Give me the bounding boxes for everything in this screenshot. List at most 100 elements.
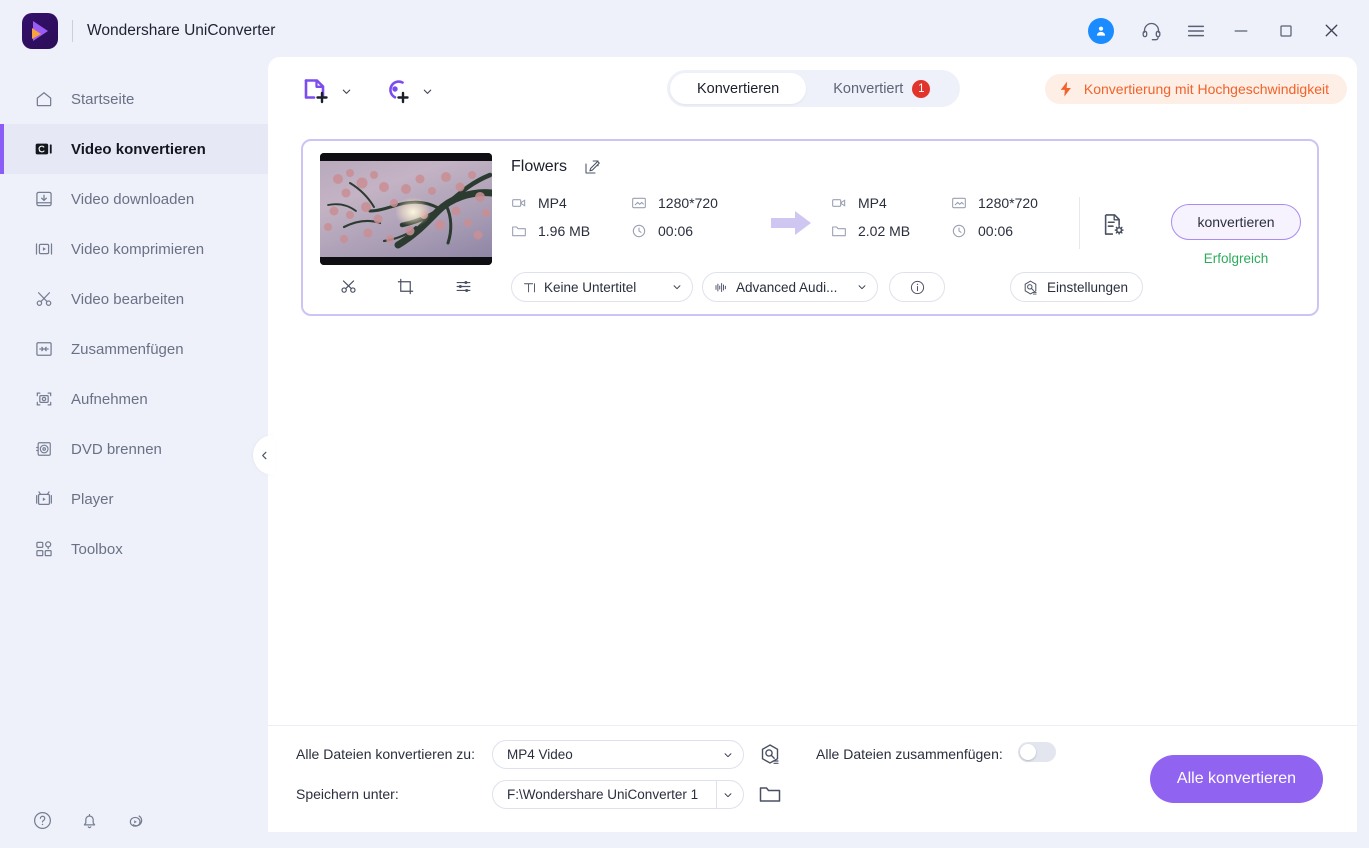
settings-button[interactable]: Einstellungen [1010, 272, 1144, 302]
output-size: 2.02 MB [831, 223, 951, 239]
account-icon[interactable] [1088, 17, 1114, 44]
title-divider [72, 19, 73, 42]
save-path-select[interactable]: F:\Wondershare UniConverter 1 [492, 780, 744, 809]
source-file-info: MP4 1280*720 1.96 MB 00:06 [511, 195, 718, 239]
convert-all-button[interactable]: Alle konvertieren [1150, 755, 1323, 803]
lightning-bolt-icon [1057, 80, 1075, 98]
tab-konvertieren[interactable]: Konvertieren [670, 73, 807, 104]
help-icon[interactable] [32, 810, 53, 836]
sidebar-item-zusammenfuegen[interactable]: Zusammenfügen [0, 324, 268, 374]
sidebar-item-label: Toolbox [71, 540, 123, 558]
sidebar-item-toolbox[interactable]: Toolbox [0, 524, 268, 574]
folder-size-icon [511, 223, 528, 239]
thumbnail-tools [320, 265, 492, 312]
output-duration: 00:06 [951, 223, 1038, 239]
format-settings-icon[interactable] [758, 742, 782, 771]
sidebar-item-label: DVD brennen [71, 440, 162, 458]
minimize-icon[interactable] [1221, 12, 1261, 50]
sidebar-item-label: Video komprimieren [71, 240, 205, 258]
view-tabs: Konvertieren Konvertiert 1 [667, 70, 961, 107]
thumbnail-sun-glow [395, 197, 430, 226]
bell-icon[interactable] [79, 810, 100, 836]
save-path-value: F:\Wondershare UniConverter 1 [507, 787, 699, 802]
subtitle-select[interactable]: Keine Untertitel [511, 272, 693, 302]
trim-scissors-icon[interactable] [339, 277, 358, 301]
video-thumbnail[interactable] [320, 153, 492, 265]
output-format-select[interactable]: MP4 Video [492, 740, 744, 769]
close-icon[interactable] [1311, 12, 1351, 50]
maximize-icon[interactable] [1266, 12, 1306, 50]
output-file-info: MP4 1280*720 2.02 MB 00:06 [831, 195, 1038, 239]
subtitle-text-icon [522, 280, 537, 295]
meta-divider [1079, 197, 1080, 249]
file-title-row: Flowers [511, 158, 601, 176]
thumbnail-block [320, 153, 492, 312]
disc-icon [33, 438, 55, 460]
video-camera-icon [831, 195, 848, 211]
source-format: MP4 [511, 195, 631, 211]
converted-count-badge: 1 [912, 79, 931, 98]
add-file-chevron-down-icon[interactable] [341, 84, 352, 102]
convert-single-button[interactable]: konvertieren [1171, 204, 1301, 240]
file-card[interactable]: Flowers MP4 1280*720 1.96 MB 00:06 MP4 1… [301, 139, 1319, 316]
sidebar-item-video-konvertieren[interactable]: Video konvertieren [0, 124, 268, 174]
subtitle-select-value: Keine Untertitel [544, 279, 637, 295]
audio-wave-icon [713, 280, 729, 295]
source-size: 1.96 MB [511, 223, 631, 239]
sidebar-item-video-downloaden[interactable]: Video downloaden [0, 174, 268, 224]
effects-sliders-icon[interactable] [454, 277, 473, 301]
info-circle-icon[interactable] [889, 272, 945, 302]
home-icon [33, 88, 55, 110]
tab-label: Konvertieren [697, 80, 780, 97]
source-resolution: 1280*720 [631, 195, 718, 211]
source-resolution-value: 1280*720 [658, 195, 718, 211]
add-file-button[interactable] [301, 76, 352, 111]
bottom-bar: Alle Dateien konvertieren zu: MP4 Video … [268, 725, 1357, 832]
audio-select[interactable]: Advanced Audi... [702, 272, 878, 302]
edit-pencil-icon[interactable] [583, 158, 601, 176]
output-resolution: 1280*720 [951, 195, 1038, 211]
chevron-down-icon [715, 750, 733, 760]
output-format-value: MP4 [858, 195, 887, 211]
tab-konvertiert[interactable]: Konvertiert 1 [806, 73, 957, 104]
file-gear-icon[interactable] [1089, 201, 1137, 247]
sidebar-item-label: Startseite [71, 90, 135, 108]
chevron-down-icon [857, 282, 867, 292]
add-disc-icon [382, 76, 412, 111]
high-speed-conversion-banner[interactable]: Konvertierung mit Hochgeschwindigkeit [1044, 74, 1347, 104]
headset-icon[interactable] [1131, 12, 1171, 50]
tab-label: Konvertiert [833, 80, 904, 97]
folder-icon[interactable] [758, 782, 782, 811]
crop-icon[interactable] [396, 277, 415, 301]
sidebar-item-aufnehmen[interactable]: Aufnehmen [0, 374, 268, 424]
sidebar-item-label: Aufnehmen [71, 390, 148, 408]
output-format: MP4 [831, 195, 951, 211]
sidebar: Startseite Video konvertieren Video down… [0, 61, 268, 848]
add-disc-chevron-down-icon[interactable] [422, 84, 433, 102]
status-badge: Erfolgreich [1203, 251, 1269, 266]
sidebar-item-dvd-brennen[interactable]: DVD brennen [0, 424, 268, 474]
toolbox-icon [33, 538, 55, 560]
merge-files-toggle[interactable] [1018, 742, 1056, 762]
output-format-value: MP4 Video [507, 747, 573, 762]
convert-icon [33, 138, 55, 160]
main-panel: Konvertieren Konvertiert 1 Konvertierung… [268, 57, 1357, 832]
chevron-down-icon [672, 282, 682, 292]
feedback-icon[interactable] [126, 810, 147, 836]
sidebar-bottom-icons [0, 810, 268, 836]
merge-files-label: Alle Dateien zusammenfügen: [816, 746, 1003, 762]
sidebar-item-video-bearbeiten[interactable]: Video bearbeiten [0, 274, 268, 324]
resolution-icon [951, 195, 968, 211]
sidebar-item-startseite[interactable]: Startseite [0, 74, 268, 124]
letterbox-top [320, 153, 492, 161]
source-duration-value: 00:06 [658, 223, 694, 239]
app-logo [22, 12, 58, 49]
arrow-right-icon [771, 209, 813, 242]
video-camera-icon [511, 195, 528, 211]
sidebar-item-player[interactable]: Player [0, 474, 268, 524]
add-disc-button[interactable] [382, 76, 433, 111]
output-duration-value: 00:06 [978, 223, 1014, 239]
settings-gear-icon [1022, 279, 1039, 296]
sidebar-item-video-komprimieren[interactable]: Video komprimieren [0, 224, 268, 274]
hamburger-icon[interactable] [1176, 12, 1216, 50]
